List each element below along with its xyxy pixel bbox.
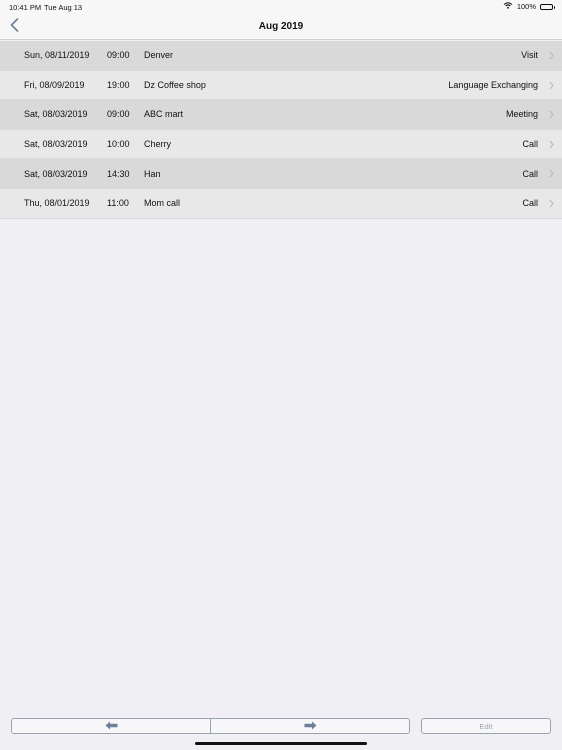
- status-bar: 10:41 PM Tue Aug 13 100%: [0, 0, 562, 14]
- bottom-toolbar: Edit: [11, 718, 551, 734]
- row-date: Sat, 08/03/2019: [24, 168, 88, 179]
- row-date: Thu, 08/01/2019: [24, 198, 90, 209]
- row-type: Call: [522, 198, 538, 209]
- row-date: Fri, 08/09/2019: [24, 79, 85, 90]
- wifi-icon: [503, 2, 513, 11]
- row-type: Call: [522, 139, 538, 150]
- chevron-right-icon: [549, 81, 554, 92]
- table-row[interactable]: Sat, 08/03/2019 14:30 Han Call: [0, 159, 562, 189]
- row-type: Meeting: [505, 109, 538, 120]
- chevron-right-icon: [549, 140, 554, 151]
- table-row[interactable]: Sun, 08/11/2019 09:00 Denver Visit: [0, 41, 562, 71]
- nav-bar: Aug 2019: [0, 14, 562, 40]
- row-title: Mom call: [144, 198, 181, 209]
- chevron-right-icon: [549, 199, 554, 210]
- arrow-left-icon: [105, 717, 118, 735]
- table-row[interactable]: Sat, 08/03/2019 10:00 Cherry Call: [0, 129, 562, 160]
- next-month-button[interactable]: [210, 719, 409, 733]
- row-date: Sat, 08/03/2019: [24, 109, 88, 120]
- row-title: Han: [144, 168, 161, 179]
- row-time: 19:00: [107, 79, 130, 90]
- table-row[interactable]: Thu, 08/01/2019 11:00 Mom call Call: [0, 188, 562, 219]
- battery-percent: 100%: [516, 2, 536, 11]
- month-navigation: [11, 718, 410, 734]
- chevron-right-icon: [549, 110, 554, 121]
- row-time: 14:30: [107, 168, 130, 179]
- status-time: 10:41 PM: [9, 3, 42, 12]
- row-type: Language Exchanging: [448, 79, 538, 90]
- row-time: 11:00: [107, 198, 129, 209]
- chevron-right-icon: [549, 169, 554, 180]
- edit-button[interactable]: Edit: [421, 718, 551, 734]
- chevron-right-icon: [549, 51, 554, 62]
- row-time: 09:00: [107, 50, 130, 61]
- row-time: 10:00: [107, 139, 130, 150]
- page-title: Aug 2019: [258, 21, 304, 32]
- row-type: Call: [522, 168, 538, 179]
- row-type: Visit: [521, 50, 538, 61]
- row-date: Sat, 08/03/2019: [24, 139, 88, 150]
- row-title: Denver: [144, 50, 174, 61]
- row-date: Sun, 08/11/2019: [24, 50, 90, 61]
- home-indicator: [195, 742, 367, 745]
- table-row[interactable]: Sat, 08/03/2019 09:00 ABC mart Meeting: [0, 100, 562, 130]
- previous-month-button[interactable]: [12, 719, 210, 733]
- row-title: Cherry: [144, 139, 172, 150]
- row-time: 09:00: [107, 109, 130, 120]
- event-list: Sun, 08/11/2019 09:00 Denver Visit Fri, …: [0, 41, 562, 219]
- row-title: ABC mart: [144, 109, 184, 120]
- status-right: 100%: [503, 2, 555, 11]
- row-title: Dz Coffee shop: [144, 79, 206, 90]
- table-row[interactable]: Fri, 08/09/2019 19:00 Dz Coffee shop Lan…: [0, 70, 562, 101]
- battery-icon: [540, 3, 555, 10]
- arrow-right-icon: [304, 717, 317, 735]
- status-date: Tue Aug 13: [44, 3, 83, 12]
